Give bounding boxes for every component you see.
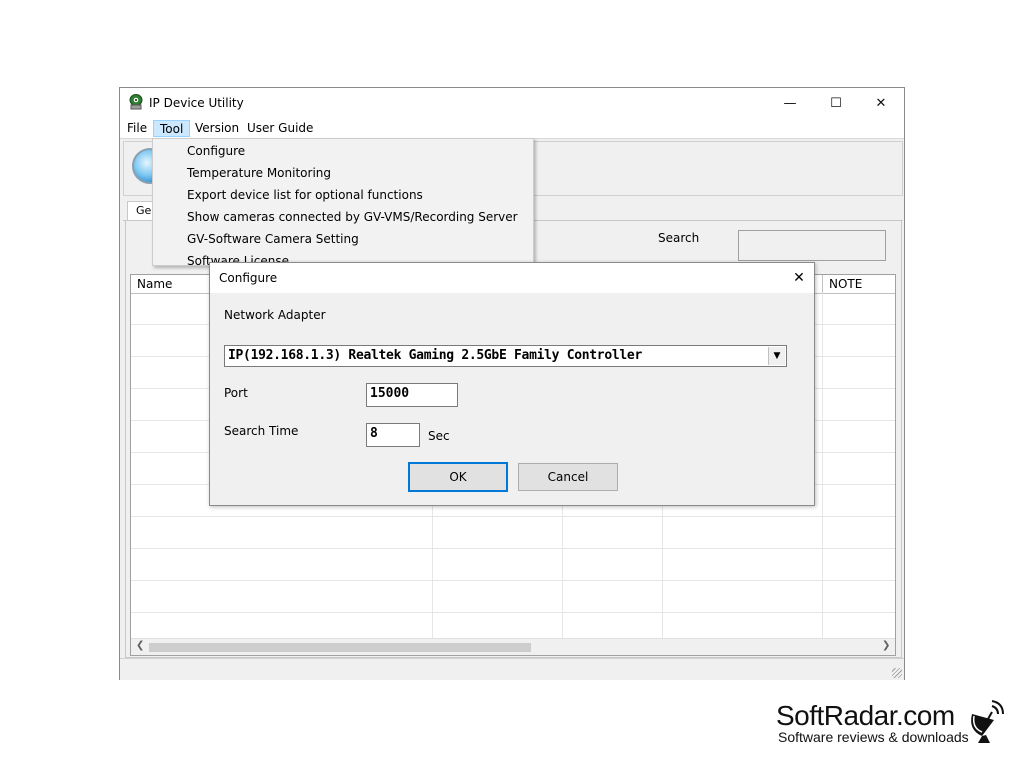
horizontal-scrollbar[interactable]: ❮ ❯ <box>131 638 895 655</box>
menu-item-temperature-monitoring[interactable]: Temperature Monitoring <box>153 162 533 184</box>
port-input[interactable]: 15000 <box>366 383 458 407</box>
close-button[interactable]: ✕ <box>858 88 904 118</box>
scroll-right-icon[interactable]: ❯ <box>882 640 890 651</box>
search-input[interactable] <box>738 230 886 261</box>
search-time-label: Search Time <box>224 424 299 438</box>
search-time-input[interactable]: 8 <box>366 423 420 447</box>
column-divider <box>822 293 823 639</box>
status-bar <box>120 658 904 680</box>
chevron-down-icon[interactable]: ▼ <box>768 347 785 365</box>
table-row[interactable] <box>131 549 895 581</box>
menu-item-show-cameras[interactable]: Show cameras connected by GV-VMS/Recordi… <box>153 206 533 228</box>
column-header-note[interactable]: NOTE <box>823 275 895 293</box>
menu-item-export-device-list[interactable]: Export device list for optional function… <box>153 184 533 206</box>
menu-file[interactable]: File <box>121 120 153 137</box>
port-label: Port <box>224 386 248 400</box>
dialog-close-icon[interactable]: ✕ <box>784 263 814 293</box>
ok-button[interactable]: OK <box>408 462 508 492</box>
search-time-unit: Sec <box>428 429 450 443</box>
maximize-button[interactable]: ☐ <box>813 88 859 118</box>
search-label: Search <box>658 231 700 245</box>
dialog-title: Configure <box>219 271 278 285</box>
menu-version[interactable]: Version <box>189 120 245 137</box>
table-row[interactable] <box>131 581 895 613</box>
scroll-left-icon[interactable]: ❮ <box>136 640 144 651</box>
watermark-tagline: Software reviews & downloads <box>778 729 969 745</box>
network-adapter-value: IP(192.168.1.3) Realtek Gaming 2.5GbE Fa… <box>228 348 642 363</box>
menu-bar: File Tool Version User Guide <box>120 118 904 139</box>
satellite-dish-icon <box>971 700 1004 743</box>
configure-dialog: Configure ✕ Network Adapter IP(192.168.1… <box>209 262 815 506</box>
menu-item-configure[interactable]: Configure <box>153 140 533 162</box>
cancel-button[interactable]: Cancel <box>518 463 618 491</box>
tool-dropdown-menu: Configure Temperature Monitoring Export … <box>152 138 534 266</box>
table-row[interactable] <box>131 517 895 549</box>
network-adapter-select[interactable]: IP(192.168.1.3) Realtek Gaming 2.5GbE Fa… <box>224 345 787 367</box>
window-title: IP Device Utility <box>149 96 244 110</box>
dialog-title-bar: Configure ✕ <box>210 263 814 293</box>
app-camera-icon <box>129 94 143 110</box>
menu-user-guide[interactable]: User Guide <box>241 120 319 137</box>
watermark-brand: SoftRadar.com <box>776 700 955 731</box>
resize-grip-icon[interactable] <box>892 668 902 678</box>
title-bar: IP Device Utility — ☐ ✕ <box>120 88 904 118</box>
menu-item-software-camera-setting[interactable]: GV-Software Camera Setting <box>153 228 533 250</box>
menu-tool[interactable]: Tool <box>153 120 191 137</box>
scrollbar-thumb[interactable] <box>149 643 531 652</box>
minimize-button[interactable]: — <box>767 88 813 118</box>
network-adapter-label: Network Adapter <box>224 308 326 322</box>
